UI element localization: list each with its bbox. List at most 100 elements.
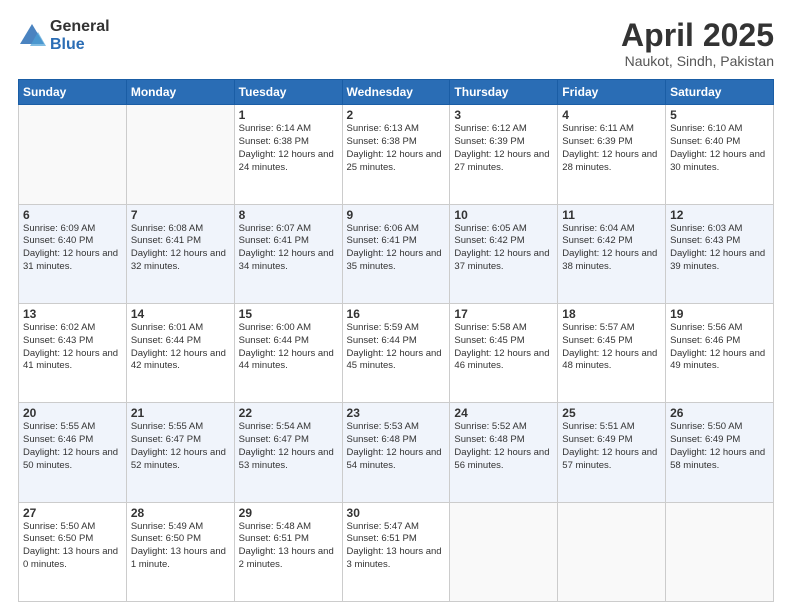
calendar-cell: 12Sunrise: 6:03 AM Sunset: 6:43 PM Dayli… xyxy=(666,204,774,303)
day-number: 9 xyxy=(347,208,446,222)
cell-info: Sunrise: 6:02 AM Sunset: 6:43 PM Dayligh… xyxy=(23,322,122,373)
day-of-week-header: Monday xyxy=(126,80,234,105)
calendar-cell: 9Sunrise: 6:06 AM Sunset: 6:41 PM Daylig… xyxy=(342,204,450,303)
logo-text: General Blue xyxy=(50,18,110,53)
calendar-cell: 24Sunrise: 5:52 AM Sunset: 6:48 PM Dayli… xyxy=(450,403,558,502)
calendar-cell: 20Sunrise: 5:55 AM Sunset: 6:46 PM Dayli… xyxy=(19,403,127,502)
calendar-table: SundayMondayTuesdayWednesdayThursdayFrid… xyxy=(18,79,774,602)
header: General Blue April 2025 Naukot, Sindh, P… xyxy=(18,18,774,69)
cell-info: Sunrise: 6:14 AM Sunset: 6:38 PM Dayligh… xyxy=(239,123,338,174)
cell-info: Sunrise: 6:03 AM Sunset: 6:43 PM Dayligh… xyxy=(670,223,769,274)
cell-info: Sunrise: 5:53 AM Sunset: 6:48 PM Dayligh… xyxy=(347,421,446,472)
cell-info: Sunrise: 6:08 AM Sunset: 6:41 PM Dayligh… xyxy=(131,223,230,274)
day-number: 14 xyxy=(131,307,230,321)
day-number: 26 xyxy=(670,406,769,420)
day-number: 3 xyxy=(454,108,553,122)
calendar-cell: 26Sunrise: 5:50 AM Sunset: 6:49 PM Dayli… xyxy=(666,403,774,502)
cell-info: Sunrise: 6:10 AM Sunset: 6:40 PM Dayligh… xyxy=(670,123,769,174)
cell-info: Sunrise: 6:12 AM Sunset: 6:39 PM Dayligh… xyxy=(454,123,553,174)
day-number: 7 xyxy=(131,208,230,222)
cell-info: Sunrise: 5:55 AM Sunset: 6:47 PM Dayligh… xyxy=(131,421,230,472)
calendar-cell: 3Sunrise: 6:12 AM Sunset: 6:39 PM Daylig… xyxy=(450,105,558,204)
cell-info: Sunrise: 6:07 AM Sunset: 6:41 PM Dayligh… xyxy=(239,223,338,274)
title-block: April 2025 Naukot, Sindh, Pakistan xyxy=(621,18,774,69)
day-number: 28 xyxy=(131,506,230,520)
calendar-cell: 17Sunrise: 5:58 AM Sunset: 6:45 PM Dayli… xyxy=(450,303,558,402)
calendar-cell: 7Sunrise: 6:08 AM Sunset: 6:41 PM Daylig… xyxy=(126,204,234,303)
calendar-cell: 6Sunrise: 6:09 AM Sunset: 6:40 PM Daylig… xyxy=(19,204,127,303)
logo-icon xyxy=(18,22,46,50)
day-number: 18 xyxy=(562,307,661,321)
calendar-cell: 4Sunrise: 6:11 AM Sunset: 6:39 PM Daylig… xyxy=(558,105,666,204)
cell-info: Sunrise: 5:59 AM Sunset: 6:44 PM Dayligh… xyxy=(347,322,446,373)
calendar-week-row: 27Sunrise: 5:50 AM Sunset: 6:50 PM Dayli… xyxy=(19,502,774,601)
day-number: 2 xyxy=(347,108,446,122)
day-number: 15 xyxy=(239,307,338,321)
day-number: 30 xyxy=(347,506,446,520)
day-number: 4 xyxy=(562,108,661,122)
calendar-week-row: 1Sunrise: 6:14 AM Sunset: 6:38 PM Daylig… xyxy=(19,105,774,204)
cell-info: Sunrise: 5:48 AM Sunset: 6:51 PM Dayligh… xyxy=(239,521,338,572)
cell-info: Sunrise: 5:51 AM Sunset: 6:49 PM Dayligh… xyxy=(562,421,661,472)
calendar-cell xyxy=(558,502,666,601)
cell-info: Sunrise: 6:00 AM Sunset: 6:44 PM Dayligh… xyxy=(239,322,338,373)
day-number: 16 xyxy=(347,307,446,321)
cell-info: Sunrise: 5:49 AM Sunset: 6:50 PM Dayligh… xyxy=(131,521,230,572)
calendar-cell: 15Sunrise: 6:00 AM Sunset: 6:44 PM Dayli… xyxy=(234,303,342,402)
calendar-cell: 10Sunrise: 6:05 AM Sunset: 6:42 PM Dayli… xyxy=(450,204,558,303)
cell-info: Sunrise: 5:54 AM Sunset: 6:47 PM Dayligh… xyxy=(239,421,338,472)
location: Naukot, Sindh, Pakistan xyxy=(621,53,774,69)
day-of-week-header: Saturday xyxy=(666,80,774,105)
calendar-cell xyxy=(666,502,774,601)
calendar-cell: 19Sunrise: 5:56 AM Sunset: 6:46 PM Dayli… xyxy=(666,303,774,402)
calendar-cell: 29Sunrise: 5:48 AM Sunset: 6:51 PM Dayli… xyxy=(234,502,342,601)
calendar-cell: 1Sunrise: 6:14 AM Sunset: 6:38 PM Daylig… xyxy=(234,105,342,204)
cell-info: Sunrise: 6:06 AM Sunset: 6:41 PM Dayligh… xyxy=(347,223,446,274)
calendar-cell: 16Sunrise: 5:59 AM Sunset: 6:44 PM Dayli… xyxy=(342,303,450,402)
day-number: 21 xyxy=(131,406,230,420)
day-number: 11 xyxy=(562,208,661,222)
cell-info: Sunrise: 5:58 AM Sunset: 6:45 PM Dayligh… xyxy=(454,322,553,373)
day-number: 23 xyxy=(347,406,446,420)
cell-info: Sunrise: 6:04 AM Sunset: 6:42 PM Dayligh… xyxy=(562,223,661,274)
calendar-cell: 13Sunrise: 6:02 AM Sunset: 6:43 PM Dayli… xyxy=(19,303,127,402)
day-number: 20 xyxy=(23,406,122,420)
calendar-cell: 8Sunrise: 6:07 AM Sunset: 6:41 PM Daylig… xyxy=(234,204,342,303)
logo: General Blue xyxy=(18,18,110,53)
cell-info: Sunrise: 5:57 AM Sunset: 6:45 PM Dayligh… xyxy=(562,322,661,373)
page: General Blue April 2025 Naukot, Sindh, P… xyxy=(0,0,792,612)
day-number: 8 xyxy=(239,208,338,222)
day-number: 1 xyxy=(239,108,338,122)
day-number: 25 xyxy=(562,406,661,420)
day-of-week-header: Sunday xyxy=(19,80,127,105)
day-number: 29 xyxy=(239,506,338,520)
calendar-cell: 18Sunrise: 5:57 AM Sunset: 6:45 PM Dayli… xyxy=(558,303,666,402)
cell-info: Sunrise: 5:56 AM Sunset: 6:46 PM Dayligh… xyxy=(670,322,769,373)
day-number: 19 xyxy=(670,307,769,321)
calendar-header: SundayMondayTuesdayWednesdayThursdayFrid… xyxy=(19,80,774,105)
calendar-cell xyxy=(19,105,127,204)
calendar-cell: 30Sunrise: 5:47 AM Sunset: 6:51 PM Dayli… xyxy=(342,502,450,601)
days-of-week-row: SundayMondayTuesdayWednesdayThursdayFrid… xyxy=(19,80,774,105)
day-number: 6 xyxy=(23,208,122,222)
calendar-cell xyxy=(450,502,558,601)
calendar-cell: 23Sunrise: 5:53 AM Sunset: 6:48 PM Dayli… xyxy=(342,403,450,502)
day-number: 24 xyxy=(454,406,553,420)
cell-info: Sunrise: 5:50 AM Sunset: 6:50 PM Dayligh… xyxy=(23,521,122,572)
cell-info: Sunrise: 5:47 AM Sunset: 6:51 PM Dayligh… xyxy=(347,521,446,572)
calendar-week-row: 6Sunrise: 6:09 AM Sunset: 6:40 PM Daylig… xyxy=(19,204,774,303)
day-number: 22 xyxy=(239,406,338,420)
day-number: 10 xyxy=(454,208,553,222)
day-number: 13 xyxy=(23,307,122,321)
calendar-cell: 11Sunrise: 6:04 AM Sunset: 6:42 PM Dayli… xyxy=(558,204,666,303)
day-of-week-header: Friday xyxy=(558,80,666,105)
month-title: April 2025 xyxy=(621,18,774,53)
calendar-cell: 27Sunrise: 5:50 AM Sunset: 6:50 PM Dayli… xyxy=(19,502,127,601)
cell-info: Sunrise: 6:11 AM Sunset: 6:39 PM Dayligh… xyxy=(562,123,661,174)
cell-info: Sunrise: 5:50 AM Sunset: 6:49 PM Dayligh… xyxy=(670,421,769,472)
day-of-week-header: Tuesday xyxy=(234,80,342,105)
calendar-cell: 21Sunrise: 5:55 AM Sunset: 6:47 PM Dayli… xyxy=(126,403,234,502)
day-number: 5 xyxy=(670,108,769,122)
cell-info: Sunrise: 6:13 AM Sunset: 6:38 PM Dayligh… xyxy=(347,123,446,174)
cell-info: Sunrise: 5:52 AM Sunset: 6:48 PM Dayligh… xyxy=(454,421,553,472)
